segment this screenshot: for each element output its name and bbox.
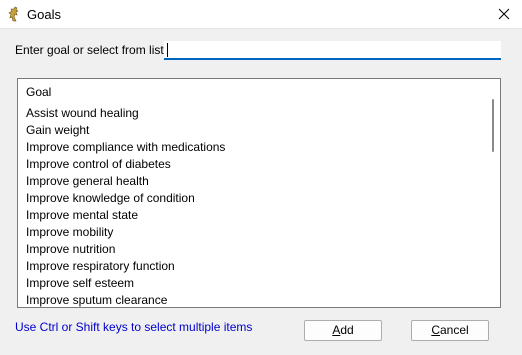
add-button-label: dd bbox=[340, 323, 354, 337]
cancel-button[interactable]: Cancel bbox=[411, 320, 489, 341]
window-title: Goals bbox=[27, 7, 61, 22]
goal-prompt-label: Enter goal or select from list: bbox=[15, 43, 168, 57]
close-button[interactable] bbox=[486, 0, 522, 29]
add-button[interactable]: Add bbox=[304, 320, 382, 341]
list-item[interactable]: Improve control of diabetes bbox=[26, 156, 225, 173]
cancel-button-label: ancel bbox=[439, 323, 469, 337]
list-item[interactable]: Assist wound healing bbox=[26, 105, 225, 122]
cancel-button-mnemonic: C bbox=[431, 323, 440, 337]
list-item[interactable]: Improve nutrition bbox=[26, 241, 225, 258]
list-item[interactable]: Improve general health bbox=[26, 173, 225, 190]
list-item[interactable]: Improve compliance with medications bbox=[26, 139, 225, 156]
list-item[interactable]: Improve self esteem bbox=[26, 275, 225, 292]
scrollbar-thumb[interactable] bbox=[492, 99, 494, 152]
yellow-figure-icon bbox=[7, 6, 21, 22]
multi-select-hint: Use Ctrl or Shift keys to select multipl… bbox=[15, 320, 253, 334]
list-item[interactable]: Gain weight bbox=[26, 122, 225, 139]
goal-listbox[interactable]: Goal Assist wound healing Gain weight Im… bbox=[17, 78, 501, 308]
list-item[interactable]: Improve respiratory function bbox=[26, 258, 225, 275]
goal-list: Assist wound healing Gain weight Improve… bbox=[26, 105, 225, 307]
list-item[interactable]: Improve sputum clearance bbox=[26, 292, 225, 307]
goal-input[interactable] bbox=[164, 41, 501, 60]
text-caret bbox=[167, 43, 168, 57]
list-item[interactable]: Improve mobility bbox=[26, 224, 225, 241]
list-item[interactable]: Improve mental state bbox=[26, 207, 225, 224]
title-bar: Goals bbox=[0, 0, 522, 29]
close-icon bbox=[498, 8, 510, 20]
list-item[interactable]: Improve knowledge of condition bbox=[26, 190, 225, 207]
list-column-header: Goal bbox=[26, 85, 52, 99]
vertical-scrollbar[interactable] bbox=[486, 79, 500, 307]
